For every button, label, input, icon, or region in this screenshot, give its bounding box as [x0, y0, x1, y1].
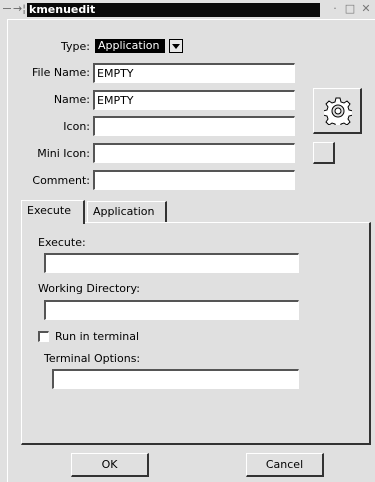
terminal-options-field[interactable] [52, 369, 299, 389]
type-select[interactable]: Application [93, 38, 185, 55]
name-field[interactable]: EMPTY [93, 90, 295, 110]
file-name-field[interactable]: EMPTY [93, 63, 295, 83]
type-select-value: Application [95, 39, 165, 53]
type-label: Type: [61, 40, 90, 53]
comment-field[interactable] [93, 170, 295, 190]
comment-label: Comment: [32, 174, 90, 187]
mini-icon-picker-button[interactable] [313, 142, 335, 164]
pin-icon[interactable]: →¦ [13, 2, 26, 16]
icon-label: Icon: [63, 120, 90, 133]
icon-picker-button[interactable] [313, 88, 362, 134]
kmenuedit-window: →¦ kmenuedit · □ ✕ Type: Application Fil… [0, 0, 375, 482]
maximize-icon[interactable]: □ [343, 2, 357, 16]
close-icon[interactable]: ✕ [359, 2, 373, 16]
window-menu-icon[interactable] [3, 8, 11, 9]
working-directory-field[interactable] [44, 300, 299, 320]
title-bar[interactable]: →¦ kmenuedit · □ ✕ [0, 0, 375, 19]
execute-field[interactable] [44, 253, 299, 273]
cancel-button[interactable]: Cancel [246, 453, 324, 477]
mini-icon-field[interactable] [93, 143, 295, 163]
execute-label: Execute: [38, 236, 86, 249]
gear-icon [324, 97, 352, 125]
tab-application[interactable]: Application [87, 201, 167, 223]
chevron-down-icon[interactable] [169, 39, 183, 53]
minimize-icon[interactable]: · [328, 2, 342, 16]
working-directory-label: Working Directory: [38, 282, 140, 295]
terminal-options-label: Terminal Options: [44, 352, 141, 365]
name-label: Name: [53, 93, 90, 106]
mini-icon-label: Mini Icon: [37, 147, 90, 160]
icon-field[interactable] [93, 116, 295, 136]
ok-button[interactable]: OK [71, 453, 149, 477]
run-in-terminal-label: Run in terminal [55, 330, 140, 343]
file-name-label: File Name: [31, 66, 90, 79]
window-title: kmenuedit [29, 3, 96, 16]
run-in-terminal-checkbox[interactable] [38, 331, 49, 342]
title-bar-active[interactable]: kmenuedit [27, 3, 320, 17]
tab-execute[interactable]: Execute [21, 200, 85, 224]
